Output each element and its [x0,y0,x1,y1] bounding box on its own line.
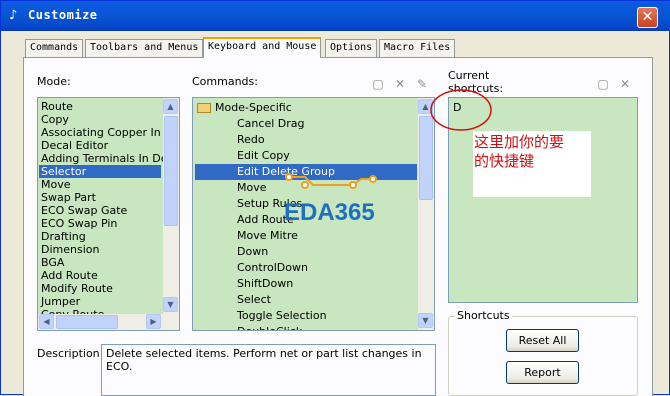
mode-list[interactable]: Route Copy Associating Copper In De Decal E… [37,97,180,331]
command-list-item[interactable]: Edit Copy [237,148,290,164]
mode-hscroll-thumb[interactable] [56,315,118,329]
mode-list-item[interactable]: Add Route [41,269,98,282]
mode-list-item[interactable]: Modify Route [41,282,113,295]
command-list-item[interactable]: Down [237,244,268,260]
mode-list-item[interactable]: Associating Copper In De [41,126,179,139]
mode-list-item[interactable]: Copy [41,113,69,126]
tab-keyboard-and-mouse[interactable]: Keyboard and Mouse [203,37,322,58]
command-list-item[interactable]: ShiftDown [237,276,293,292]
description-field: Delete selected items. Perform net or pa… [101,344,436,396]
commands-label: Commands: [192,75,258,88]
tab-commands[interactable]: Commands [25,39,84,57]
command-list-item[interactable]: Toggle Selection [237,308,327,324]
mode-vertical-scrollbar[interactable]: ▲ ▼ [163,98,179,314]
command-list-item[interactable]: Move [237,180,267,196]
delete-shortcut-icon[interactable]: ✕ [618,77,632,91]
tab-options[interactable]: Options [325,39,378,57]
mode-list-item[interactable]: Jumper [41,295,80,308]
mode-list-item[interactable]: Swap Part [41,191,96,204]
mode-list-item[interactable]: BGA [41,256,64,269]
customize-dialog: ♪ Customize ✕ Commands Toolbars and Menu… [0,0,670,396]
command-list-item[interactable]: Select [237,292,271,308]
mode-horizontal-scrollbar[interactable]: ◀ ▶ [38,314,179,330]
description-label: Description: [37,347,104,360]
command-list-item[interactable]: Redo [237,132,265,148]
watermark-circuit-graphic [285,173,377,189]
watermark-text: EDA365 [284,199,375,226]
mode-list-item[interactable]: Adding Terminals In Deca [41,152,179,165]
new-icon[interactable]: ▢ [371,77,385,91]
scroll-down-icon[interactable]: ▼ [418,313,433,328]
app-icon: ♪ [9,8,18,23]
shortcuts-group-label: Shortcuts [455,309,512,322]
mode-list-item[interactable]: Selector [39,165,161,178]
mode-list-item[interactable]: Decal Editor [41,139,108,152]
scroll-down-icon[interactable]: ▼ [163,297,178,312]
scroll-left-icon[interactable]: ◀ [39,314,54,329]
mode-list-item[interactable]: Drafting [41,230,86,243]
command-list-item[interactable]: Move Mitre [237,228,298,244]
report-button[interactable]: Report [506,361,579,384]
annotation-circle [430,89,492,131]
window-title: Customize [28,8,98,22]
mode-label: Mode: [37,75,71,88]
annotation-line-2: 的快捷键 [474,152,535,170]
reset-all-button[interactable]: Reset All [506,329,579,352]
mode-list-item[interactable]: Move [41,178,71,191]
delete-icon[interactable]: ✕ [393,77,407,91]
mode-list-item[interactable]: Dimension [41,243,99,256]
scroll-up-icon[interactable]: ▲ [163,99,178,114]
mode-list-item[interactable]: ECO Swap Gate [41,204,127,217]
mode-scroll-thumb[interactable] [164,116,178,226]
close-button[interactable]: ✕ [637,7,658,28]
close-icon: ✕ [641,9,654,25]
edit-icon[interactable]: ✎ [415,77,429,91]
mode-list-item[interactable]: Route [41,100,73,113]
command-list-item[interactable]: ControlDown [237,260,308,276]
command-list-item[interactable]: DoubleClick [237,324,302,330]
title-bar: ♪ Customize ✕ [1,1,670,31]
command-list-item[interactable]: Cancel Drag [237,116,304,132]
shortcuts-group [448,316,638,396]
annotation-line-1: 这里加你的要 [474,133,565,151]
mode-list-item[interactable]: ECO Swap Pin [41,217,117,230]
tab-toolbars-and-menus[interactable]: Toolbars and Menus [85,39,204,57]
scroll-right-icon[interactable]: ▶ [146,314,161,329]
new-shortcut-icon[interactable]: ▢ [596,77,610,91]
folder-icon [197,103,211,113]
command-group-mode-specific[interactable]: Mode-Specific [197,100,292,116]
tab-macro-files[interactable]: Macro Files [379,39,456,57]
